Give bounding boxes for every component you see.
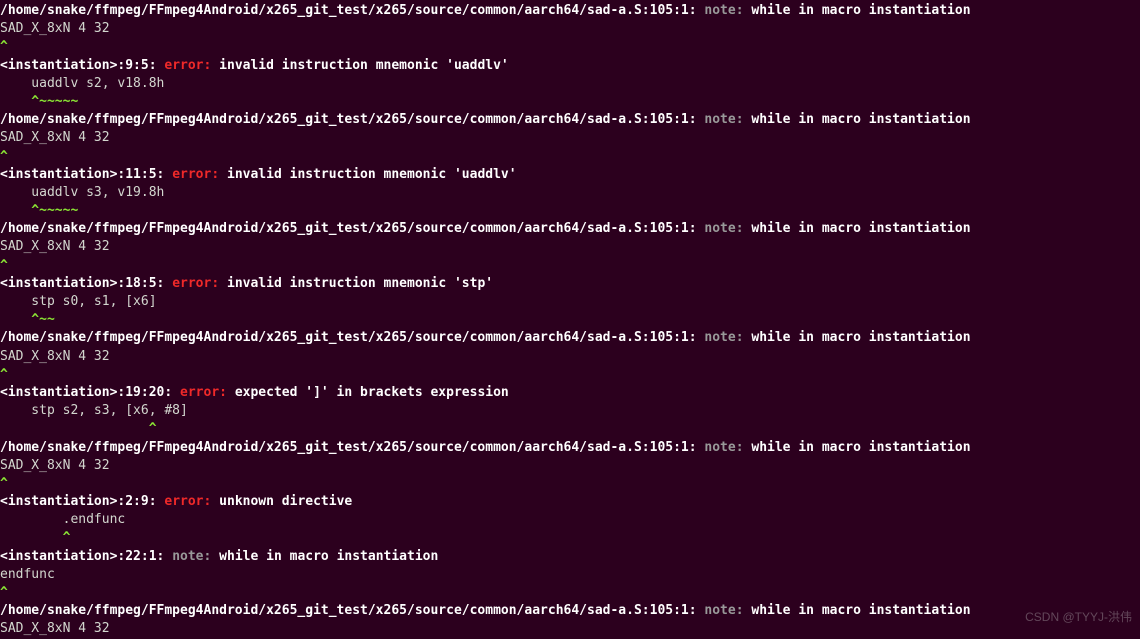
inst-loc: <instantiation>:2:9: [0, 494, 157, 509]
caret: ^ [0, 529, 1140, 547]
macro-line: SAD_X_8xN 4 32 [0, 457, 1140, 475]
terminal-output: /home/snake/ffmpeg/FFmpeg4Android/x265_g… [0, 2, 1140, 639]
error-label: error: [180, 385, 227, 400]
file-path: /home/snake/ffmpeg/FFmpeg4Android/x265_g… [0, 112, 697, 127]
file-path: /home/snake/ffmpeg/FFmpeg4Android/x265_g… [0, 603, 697, 618]
note-msg: while in macro instantiation [751, 603, 970, 618]
caret: ^~~~~~ [0, 202, 1140, 220]
note-msg: while in macro instantiation [219, 549, 438, 564]
code-line: uaddlv s2, v18.8h [0, 75, 1140, 93]
inst-loc: <instantiation>:22:1: [0, 549, 164, 564]
note-label: note: [172, 549, 211, 564]
error-msg: unknown directive [219, 494, 352, 509]
caret: ^ [0, 584, 1140, 602]
caret: ^~~ [0, 311, 1140, 329]
inst-loc: <instantiation>:9:5: [0, 58, 157, 73]
macro-line: SAD_X_8xN 4 32 [0, 238, 1140, 256]
caret: ^~~~~~ [0, 93, 1140, 111]
error-msg: expected ']' in brackets expression [235, 385, 509, 400]
error-label: error: [172, 276, 219, 291]
note-label: note: [704, 440, 743, 455]
file-path: /home/snake/ffmpeg/FFmpeg4Android/x265_g… [0, 221, 697, 236]
file-path: /home/snake/ffmpeg/FFmpeg4Android/x265_g… [0, 3, 697, 18]
file-path: /home/snake/ffmpeg/FFmpeg4Android/x265_g… [0, 440, 697, 455]
error-label: error: [164, 494, 211, 509]
caret: ^ [0, 366, 1140, 384]
error-label: error: [164, 58, 211, 73]
code-line: stp s2, s3, [x6, #8] [0, 402, 1140, 420]
code-line: stp s0, s1, [x6] [0, 293, 1140, 311]
error-msg: invalid instruction mnemonic 'stp' [227, 276, 493, 291]
caret: ^ [0, 257, 1140, 275]
note-label: note: [704, 221, 743, 236]
macro-line: SAD_X_8xN 4 32 [0, 348, 1140, 366]
note-label: note: [704, 112, 743, 127]
macro-line: SAD_X_8xN 4 32 [0, 129, 1140, 147]
caret: ^ [0, 420, 1140, 438]
error-msg: invalid instruction mnemonic 'uaddlv' [227, 167, 517, 182]
note-label: note: [704, 3, 743, 18]
code-line: endfunc [0, 566, 1140, 584]
macro-line: SAD_X_8xN 4 32 [0, 20, 1140, 38]
error-label: error: [172, 167, 219, 182]
code-line: .endfunc [0, 511, 1140, 529]
caret: ^ [0, 38, 1140, 56]
note-msg: while in macro instantiation [751, 3, 970, 18]
macro-line: SAD_X_8xN 4 32 [0, 620, 1140, 638]
code-line: uaddlv s3, v19.8h [0, 184, 1140, 202]
error-msg: invalid instruction mnemonic 'uaddlv' [219, 58, 509, 73]
note-label: note: [704, 330, 743, 345]
file-path: /home/snake/ffmpeg/FFmpeg4Android/x265_g… [0, 330, 697, 345]
caret: ^ [0, 475, 1140, 493]
note-msg: while in macro instantiation [751, 330, 970, 345]
note-msg: while in macro instantiation [751, 112, 970, 127]
note-msg: while in macro instantiation [751, 221, 970, 236]
inst-loc: <instantiation>:18:5: [0, 276, 164, 291]
inst-loc: <instantiation>:19:20: [0, 385, 172, 400]
caret: ^ [0, 148, 1140, 166]
inst-loc: <instantiation>:11:5: [0, 167, 164, 182]
note-label: note: [704, 603, 743, 618]
note-msg: while in macro instantiation [751, 440, 970, 455]
watermark: CSDN @TYYJ-洪伟 [1025, 609, 1132, 626]
